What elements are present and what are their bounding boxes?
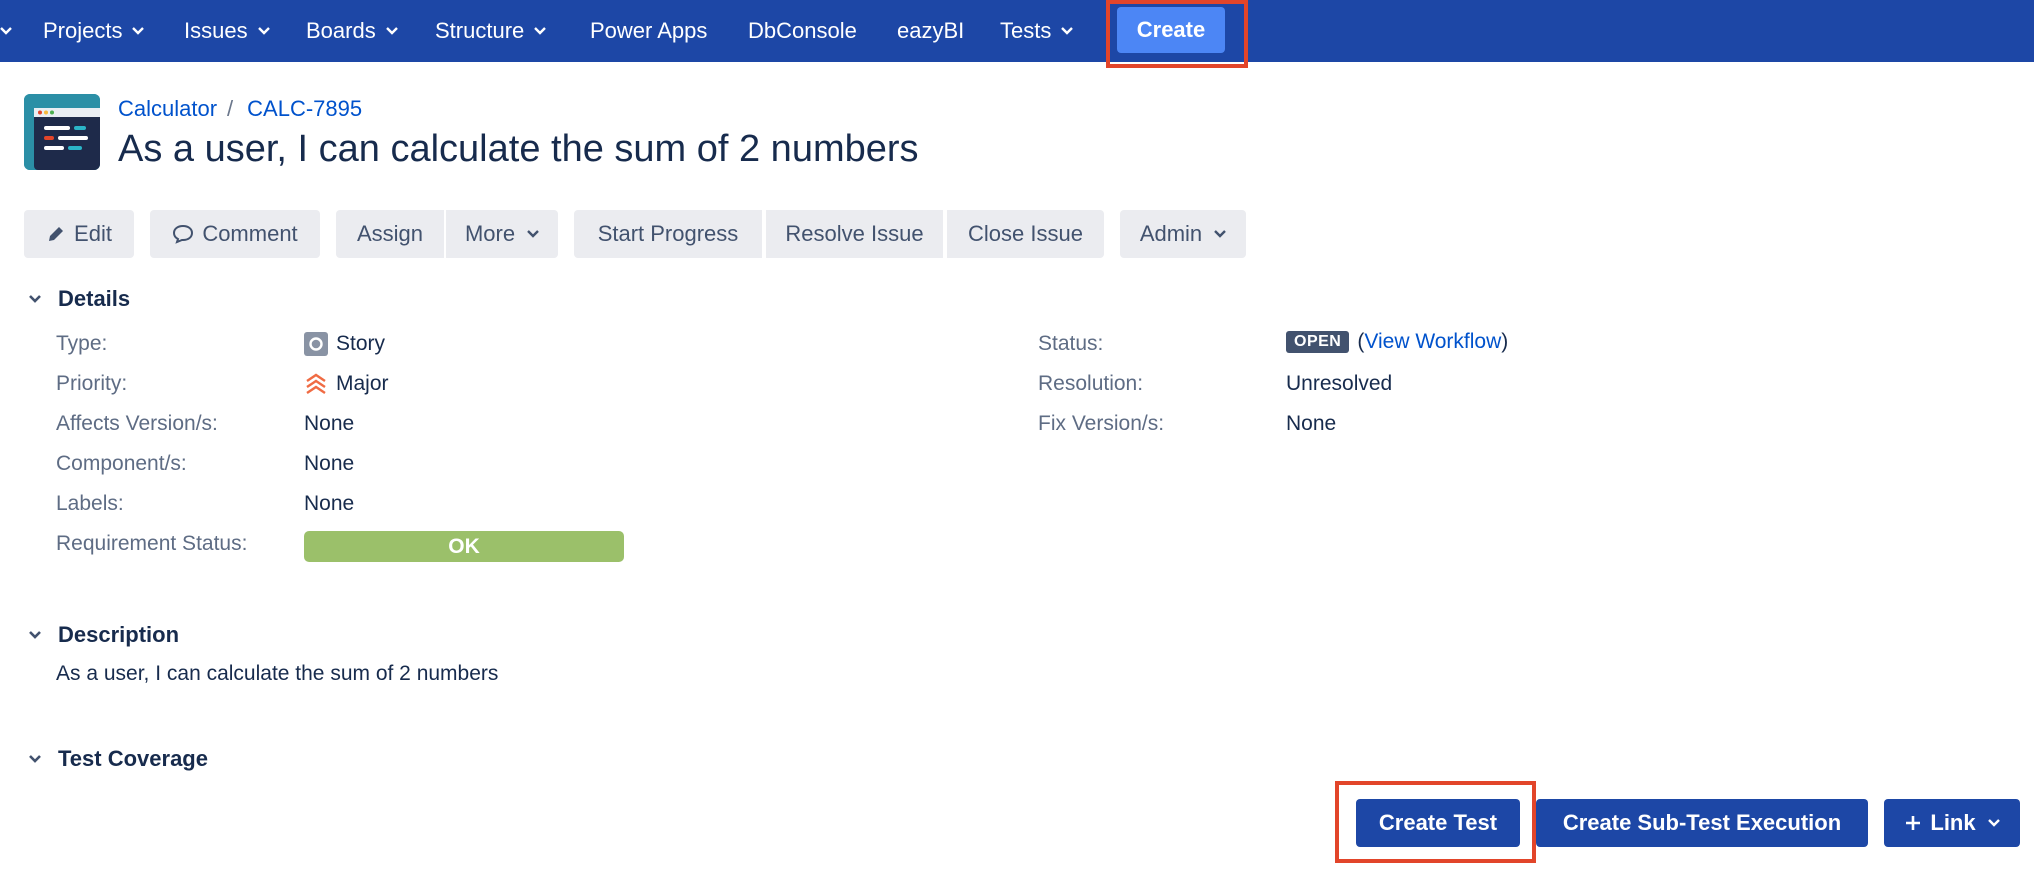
component-value: None bbox=[304, 452, 355, 475]
nav-issues-label: Issues bbox=[184, 18, 248, 43]
nav-dbconsole[interactable]: DbConsole bbox=[748, 0, 857, 62]
resolve-issue-button[interactable]: Resolve Issue bbox=[766, 210, 943, 258]
priority-value: Major bbox=[304, 372, 389, 396]
admin-button[interactable]: Admin bbox=[1120, 210, 1246, 258]
priority-label: Priority: bbox=[56, 372, 128, 395]
affects-version-label: Affects Version/s: bbox=[56, 412, 218, 435]
nav-tests[interactable]: Tests bbox=[1000, 0, 1074, 62]
create-sub-test-execution-label: Create Sub-Test Execution bbox=[1562, 810, 1842, 835]
type-value-text: Story bbox=[336, 332, 386, 355]
status-value: OPEN ( View Workflow ) bbox=[1286, 330, 1508, 354]
description-heading: Description bbox=[58, 622, 180, 647]
details-section-header[interactable]: Details bbox=[24, 286, 130, 312]
start-progress-label: Start Progress bbox=[597, 221, 739, 246]
highlight-create-button bbox=[1106, 0, 1248, 68]
link-button-label: Link bbox=[1930, 810, 1976, 835]
nav-boards[interactable]: Boards bbox=[306, 0, 398, 62]
nav-issues[interactable]: Issues bbox=[184, 0, 270, 62]
nav-structure[interactable]: Structure bbox=[435, 0, 547, 62]
breadcrumb-issue-key-link[interactable]: CALC-7895 bbox=[247, 96, 362, 122]
details-heading: Details bbox=[58, 286, 131, 311]
breadcrumb-project-link[interactable]: Calculator bbox=[118, 96, 217, 122]
fix-version-label: Fix Version/s: bbox=[1038, 412, 1165, 435]
close-issue-button[interactable]: Close Issue bbox=[947, 210, 1104, 258]
close-issue-label: Close Issue bbox=[968, 221, 1083, 246]
workflow-close-paren: ) bbox=[1501, 330, 1509, 353]
workflow-open-paren: ( bbox=[1357, 330, 1365, 353]
comment-button-label: Comment bbox=[202, 221, 298, 246]
priority-major-icon bbox=[304, 372, 328, 396]
plus-icon bbox=[1904, 814, 1922, 832]
nav-boards-label: Boards bbox=[306, 18, 376, 43]
requirement-status-label: Requirement Status: bbox=[56, 532, 248, 555]
chevron-down-icon[interactable] bbox=[0, 24, 12, 43]
resolve-issue-label: Resolve Issue bbox=[785, 221, 924, 246]
chevron-down-icon bbox=[1987, 818, 2000, 828]
comment-icon bbox=[172, 224, 194, 244]
description-text[interactable]: As a user, I can calculate the sum of 2 … bbox=[56, 662, 498, 686]
chevron-down-icon[interactable] bbox=[24, 748, 46, 770]
labels-value: None bbox=[304, 492, 355, 515]
chevron-down-icon[interactable] bbox=[24, 624, 46, 646]
fix-version-value: None bbox=[1286, 412, 1337, 435]
nav-eazybi[interactable]: eazyBI bbox=[897, 0, 964, 62]
issue-title[interactable]: As a user, I can calculate the sum of 2 … bbox=[118, 128, 919, 171]
start-progress-button[interactable]: Start Progress bbox=[574, 210, 762, 258]
chevron-down-icon bbox=[1214, 229, 1227, 239]
view-workflow-link[interactable]: View Workflow bbox=[1364, 330, 1501, 354]
edit-button[interactable]: Edit bbox=[24, 210, 134, 258]
chevron-down-icon bbox=[132, 26, 145, 36]
link-button[interactable]: Link bbox=[1884, 799, 2020, 847]
edit-button-label: Edit bbox=[74, 221, 112, 246]
chevron-down-icon[interactable] bbox=[24, 288, 46, 310]
nav-projects[interactable]: Projects bbox=[43, 0, 145, 62]
pencil-icon bbox=[46, 224, 66, 244]
chevron-down-icon bbox=[534, 26, 547, 36]
nav-dbconsole-label: DbConsole bbox=[748, 18, 857, 43]
nav-power-apps[interactable]: Power Apps bbox=[590, 0, 707, 62]
component-label: Component/s: bbox=[56, 452, 187, 475]
labels-label: Labels: bbox=[56, 492, 124, 515]
description-section-header[interactable]: Description bbox=[24, 622, 179, 648]
chevron-down-icon bbox=[527, 229, 539, 239]
status-badge: OPEN bbox=[1286, 331, 1350, 353]
test-coverage-heading: Test Coverage bbox=[58, 746, 208, 771]
nav-power-apps-label: Power Apps bbox=[590, 18, 708, 43]
story-icon bbox=[304, 332, 328, 356]
highlight-create-test-button bbox=[1335, 781, 1536, 863]
test-coverage-section-header[interactable]: Test Coverage bbox=[24, 746, 208, 772]
type-label: Type: bbox=[56, 332, 108, 355]
admin-button-label: Admin bbox=[1139, 221, 1203, 246]
assign-button-label: Assign bbox=[356, 221, 424, 246]
comment-button[interactable]: Comment bbox=[150, 210, 320, 258]
more-button[interactable]: More bbox=[446, 210, 558, 258]
nav-projects-label: Projects bbox=[43, 18, 123, 43]
nav-structure-label: Structure bbox=[435, 18, 525, 43]
chevron-down-icon bbox=[1061, 26, 1074, 36]
chevron-down-icon bbox=[385, 26, 398, 36]
nav-tests-label: Tests bbox=[1000, 18, 1052, 43]
create-sub-test-execution-button[interactable]: Create Sub-Test Execution bbox=[1536, 799, 1868, 847]
nav-eazybi-label: eazyBI bbox=[897, 18, 965, 43]
type-value: Story bbox=[304, 332, 385, 356]
requirement-status-badge: OK bbox=[304, 531, 624, 562]
more-button-label: More bbox=[464, 221, 516, 246]
resolution-value: Unresolved bbox=[1286, 372, 1393, 395]
status-label: Status: bbox=[1038, 332, 1104, 355]
affects-version-value: None bbox=[304, 412, 355, 435]
resolution-label: Resolution: bbox=[1038, 372, 1144, 395]
top-navigation: Projects Issues Boards Structure Power A… bbox=[0, 0, 2034, 62]
priority-value-text: Major bbox=[336, 372, 389, 395]
breadcrumb-separator: / bbox=[227, 96, 234, 121]
chevron-down-icon bbox=[257, 26, 270, 36]
breadcrumb: Calculator / CALC-7895 bbox=[118, 96, 362, 122]
project-avatar[interactable] bbox=[24, 94, 100, 170]
assign-button[interactable]: Assign bbox=[336, 210, 444, 258]
